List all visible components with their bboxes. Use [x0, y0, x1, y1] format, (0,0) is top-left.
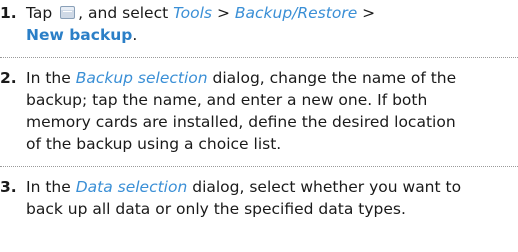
step-2: 2. In the Backup selection dialog, chang…	[0, 67, 518, 159]
menu-icon	[60, 6, 76, 19]
step-line: back up all data or only the specified d…	[26, 200, 406, 218]
step-number: 3.	[0, 178, 17, 196]
step-line: In the Data selection dialog, select whe…	[26, 178, 462, 196]
instruction-document: 1. Tap , and select Tools > Backup/Resto…	[0, 0, 518, 252]
dialog-ref-backup-selection: Backup selection	[75, 69, 208, 87]
command-new-backup: New backup	[26, 26, 133, 44]
step-text: In the Data selection dialog, select whe…	[26, 176, 516, 220]
step-line: Tap , and select Tools > Backup/Restore …	[26, 4, 376, 22]
step-3: 3. In the Data selection dialog, select …	[0, 176, 518, 224]
step-line: of the backup using a choice list.	[26, 135, 282, 153]
step-text: Tap , and select Tools > Backup/Restore …	[26, 2, 516, 46]
divider	[0, 57, 518, 58]
step-line: New backup.	[26, 26, 138, 44]
step-line: memory cards are installed, define the d…	[26, 113, 456, 131]
menu-ref-backup-restore: Backup/Restore	[234, 4, 358, 22]
step-1: 1. Tap , and select Tools > Backup/Resto…	[0, 2, 518, 50]
step-line: In the Backup selection dialog, change t…	[26, 69, 457, 87]
step-text: In the Backup selection dialog, change t…	[26, 67, 516, 155]
dialog-ref-data-selection: Data selection	[75, 178, 188, 196]
step-number: 1.	[0, 4, 17, 22]
menu-ref-tools: Tools	[173, 4, 213, 22]
step-number: 2.	[0, 69, 17, 87]
step-line: backup; tap the name, and enter a new on…	[26, 91, 428, 109]
divider	[0, 166, 518, 167]
